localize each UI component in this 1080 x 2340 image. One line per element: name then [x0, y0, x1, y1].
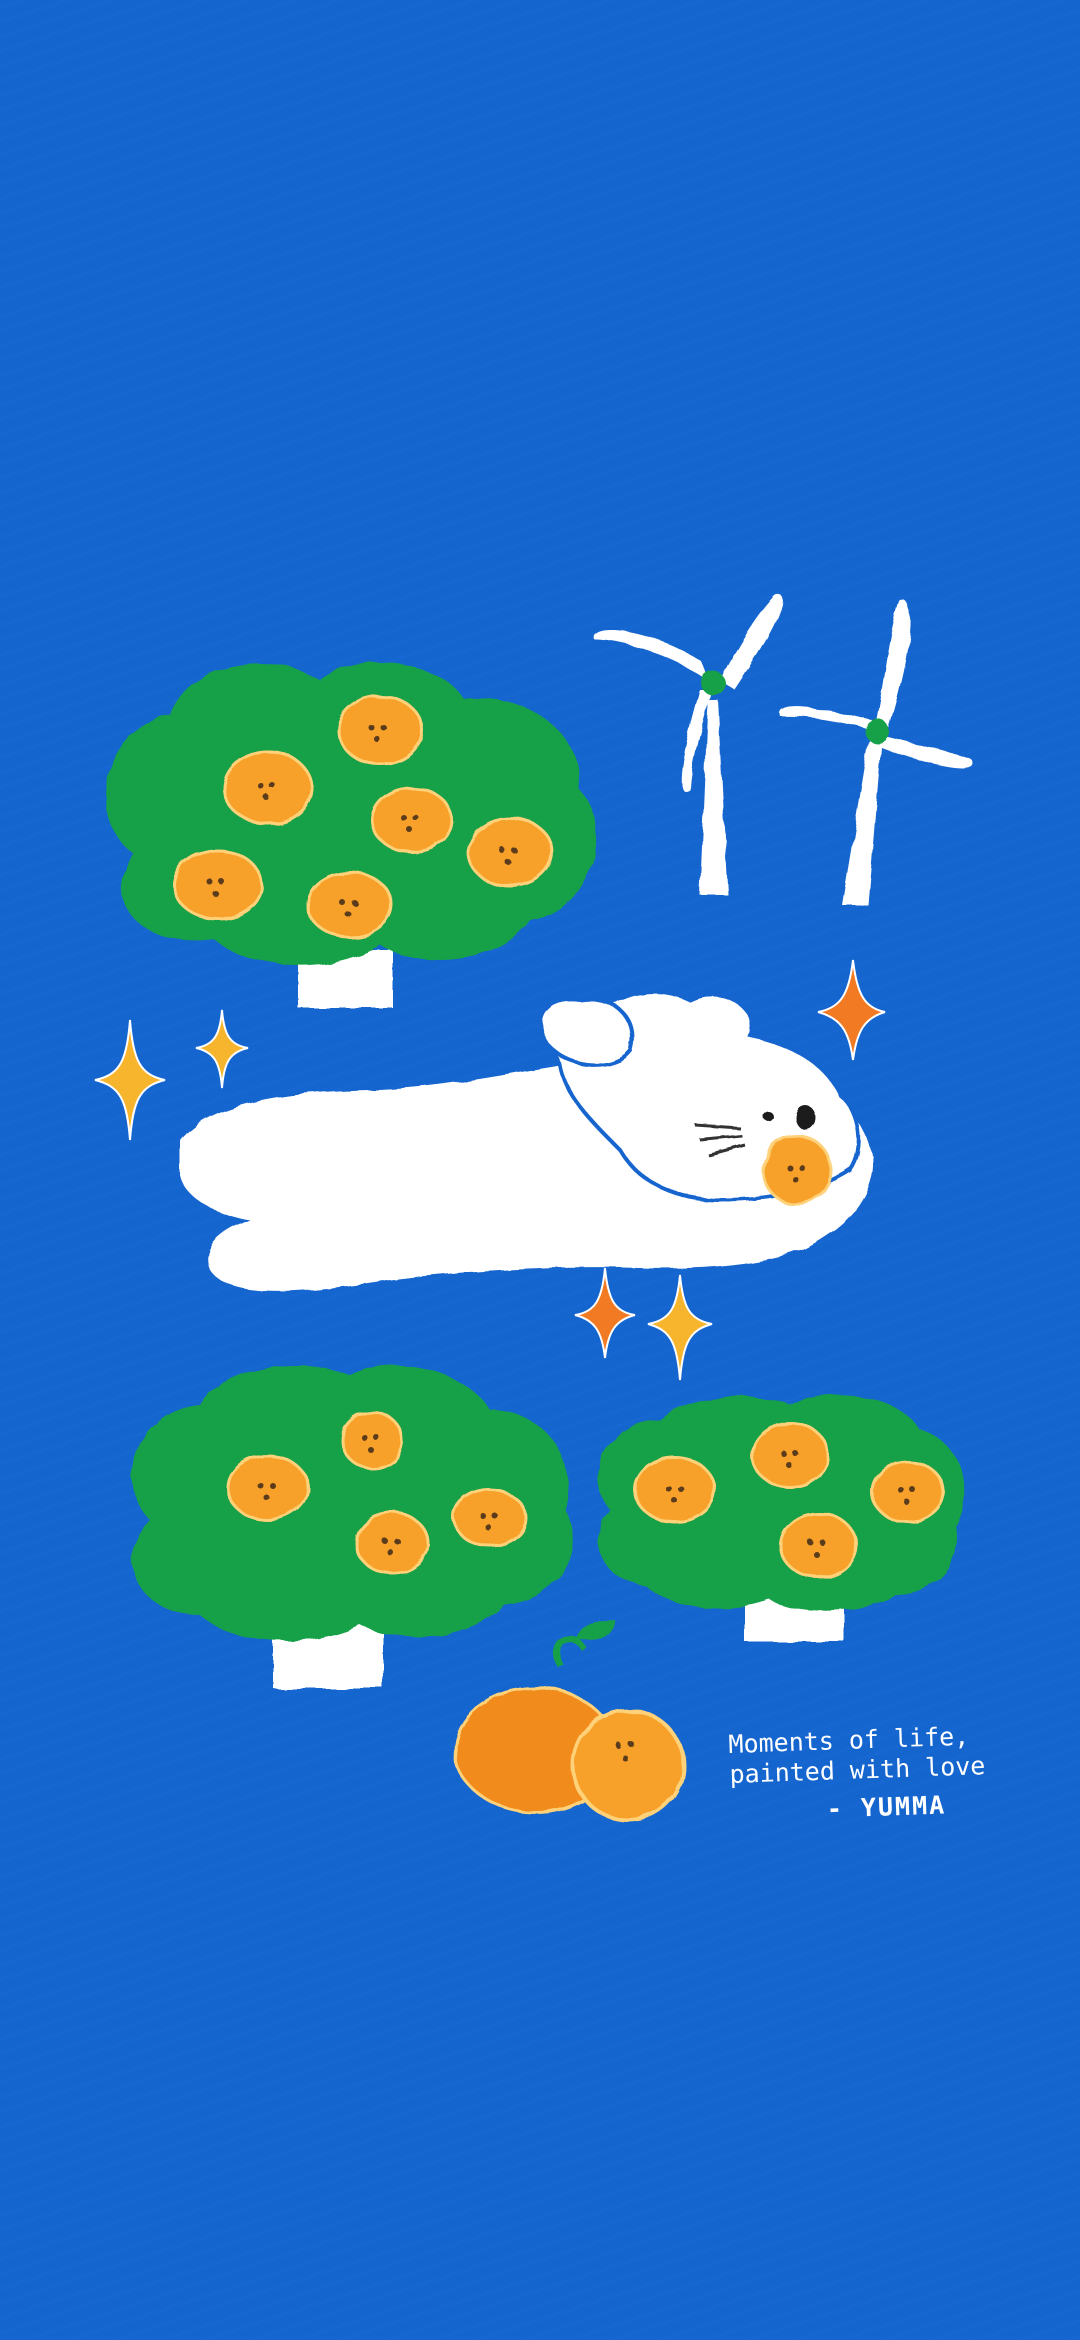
tangerine	[633, 1456, 717, 1524]
dog-nose	[796, 1106, 816, 1130]
tangerine	[778, 1511, 858, 1579]
wallpaper-illustration	[0, 0, 1080, 2340]
caption: Moments of life, painted with love - YUM…	[728, 1722, 986, 1828]
tangerine	[306, 871, 394, 939]
tangerine	[750, 1421, 830, 1489]
caption-signature: - YUMMA	[826, 1790, 947, 1824]
dog-eye	[763, 1111, 773, 1121]
tangerine	[370, 786, 454, 854]
tangerine-small	[571, 1708, 685, 1822]
windmill-hub	[701, 671, 725, 695]
tangerine	[466, 816, 554, 888]
tangerine-in-mouth	[761, 1134, 833, 1206]
tangerine	[226, 1454, 310, 1522]
tangerine	[870, 1460, 946, 1524]
tangerine	[340, 1410, 404, 1470]
tangerine	[452, 1488, 528, 1548]
tangerine	[172, 849, 264, 921]
illustration-svg	[0, 0, 1080, 2340]
tangerine	[222, 750, 314, 826]
tangerine	[336, 694, 424, 766]
tangerine	[354, 1511, 430, 1575]
windmill-hub	[865, 719, 889, 743]
